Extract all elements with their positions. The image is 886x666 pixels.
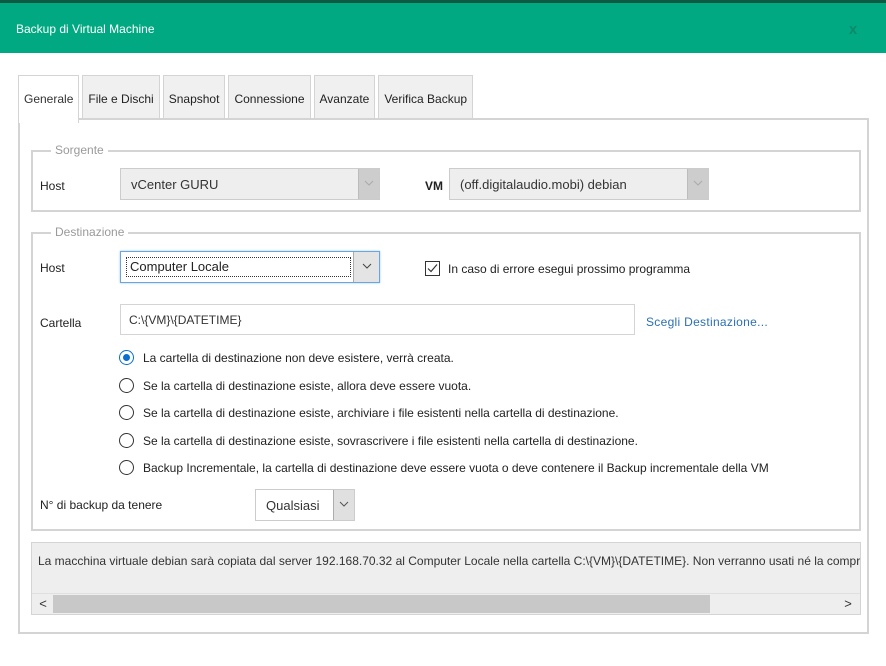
destination-host-dropdown-button[interactable] (353, 252, 379, 282)
keep-backups-label: N° di backup da tenere (40, 498, 163, 512)
on-error-checkbox[interactable] (425, 261, 440, 276)
keep-backups-value: Qualsiasi (266, 498, 320, 513)
summary-box: La macchina virtuale debian sarà copiata… (31, 542, 861, 615)
chevron-down-icon (364, 180, 374, 186)
source-host-dropdown-button[interactable] (358, 169, 379, 199)
source-vm-value: (off.digitalaudio.mobi) debian (460, 177, 627, 192)
source-host-select[interactable]: vCenter GURU (120, 168, 380, 200)
option-label: Se la cartella di destinazione esiste, s… (143, 433, 638, 448)
option-overwrite-existing[interactable]: Se la cartella di destinazione esiste, s… (119, 433, 638, 448)
radio-unselected[interactable] (119, 460, 134, 475)
backup-dialog: Backup di Virtual Machine x Generale Fil… (0, 0, 886, 666)
tab-snapshot[interactable]: Snapshot (162, 75, 226, 120)
chevron-down-icon (339, 501, 349, 507)
title-bar: Backup di Virtual Machine x (0, 3, 886, 53)
destination-host-label: Host (40, 261, 65, 275)
chevron-down-icon (362, 263, 372, 269)
radio-unselected[interactable] (119, 405, 134, 420)
source-vm-label: VM (425, 179, 443, 193)
radio-unselected[interactable] (119, 433, 134, 448)
summary-text: La macchina virtuale debian sarà copiata… (38, 554, 861, 568)
source-host-label: Host (40, 179, 65, 193)
tab-connessione[interactable]: Connessione (228, 75, 311, 120)
folder-input-value: C:\{VM}\{DATETIME} (129, 313, 242, 327)
option-archive-existing[interactable]: Se la cartella di destinazione esiste, a… (119, 405, 619, 420)
folder-label: Cartella (40, 316, 82, 330)
scrollbar-thumb[interactable] (53, 595, 710, 613)
on-error-label[interactable]: In caso di errore esegui prossimo progra… (448, 262, 690, 276)
option-must-be-empty[interactable]: Se la cartella di destinazione esiste, a… (119, 378, 471, 393)
keep-backups-dropdown-button[interactable] (333, 490, 354, 520)
close-icon[interactable]: x (846, 22, 860, 37)
choose-destination-link[interactable]: Scegli Destinazione... (646, 315, 768, 329)
destination-host-value: Computer Locale (130, 259, 229, 274)
destination-legend: Destinazione (51, 225, 129, 239)
checkmark-icon (427, 264, 438, 273)
horizontal-scrollbar[interactable]: < > (32, 593, 860, 614)
tab-generale[interactable]: Generale (18, 75, 80, 123)
option-label: Backup Incrementale, la cartella di dest… (143, 460, 769, 475)
tab-file-e-dischi[interactable]: File e Dischi (82, 75, 160, 120)
source-legend: Sorgente (51, 143, 108, 157)
chevron-down-icon (693, 180, 703, 186)
folder-input[interactable]: C:\{VM}\{DATETIME} (120, 304, 635, 335)
option-incremental-backup[interactable]: Backup Incrementale, la cartella di dest… (119, 460, 769, 475)
scroll-right-icon[interactable]: > (840, 596, 856, 612)
radio-selected[interactable] (119, 350, 134, 365)
radio-unselected[interactable] (119, 378, 134, 393)
dialog-title: Backup di Virtual Machine (16, 22, 155, 36)
tab-avanzate[interactable]: Avanzate (313, 75, 376, 120)
destination-host-select[interactable]: Computer Locale (120, 251, 380, 283)
tab-bar: Generale File e Dischi Snapshot Connessi… (18, 72, 476, 123)
source-vm-select[interactable]: (off.digitalaudio.mobi) debian (449, 168, 709, 200)
option-label: La cartella di destinazione non deve esi… (143, 350, 454, 365)
option-create-folder[interactable]: La cartella di destinazione non deve esi… (119, 350, 454, 365)
source-vm-dropdown-button[interactable] (687, 169, 708, 199)
option-label: Se la cartella di destinazione esiste, a… (143, 405, 619, 420)
keep-backups-select[interactable]: Qualsiasi (255, 489, 355, 521)
option-label: Se la cartella di destinazione esiste, a… (143, 378, 472, 393)
scroll-left-icon[interactable]: < (35, 596, 51, 612)
source-host-value: vCenter GURU (131, 177, 219, 192)
tab-verifica-backup[interactable]: Verifica Backup (378, 75, 474, 120)
